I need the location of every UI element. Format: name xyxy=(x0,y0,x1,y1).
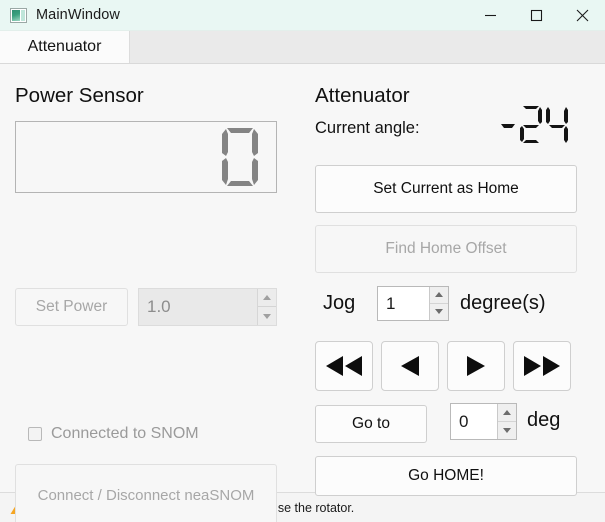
app-window-icon xyxy=(10,7,27,23)
power-spinbox-down-icon[interactable] xyxy=(258,307,276,325)
goto-spinbox-value: 0 xyxy=(459,411,469,431)
jog-spinbox-value: 1 xyxy=(386,293,396,313)
jog-spinbox[interactable]: 1 xyxy=(377,286,449,321)
attenuator-panel: Attenuator Current angle: Set Current as… xyxy=(305,64,605,496)
tab-bar: Attenuator xyxy=(0,31,605,64)
go-home-button[interactable]: Go HOME! xyxy=(315,456,577,496)
lcd-value-minus-24 xyxy=(501,106,568,143)
jog-forward-button[interactable] xyxy=(447,341,505,391)
goto-spinbox-up-icon[interactable] xyxy=(498,404,516,422)
power-spinbox-value: 1.0 xyxy=(147,297,171,316)
power-spinbox-up-icon[interactable] xyxy=(258,289,276,307)
jog-fast-forward-button[interactable] xyxy=(513,341,571,391)
power-spinbox[interactable]: 1.0 xyxy=(138,288,277,326)
jog-label: Jog xyxy=(323,292,356,314)
window-title: MainWindow xyxy=(36,7,120,23)
jog-spinbox-up-icon[interactable] xyxy=(430,287,448,304)
checkbox-box-icon xyxy=(28,427,42,441)
jog-spinbox-arrows xyxy=(429,287,448,320)
minimize-icon[interactable] xyxy=(467,0,513,31)
goto-spinbox[interactable]: 0 xyxy=(450,403,517,440)
set-power-button[interactable]: Set Power xyxy=(15,288,128,326)
goto-unit-label: deg xyxy=(527,409,561,431)
jog-spinbox-down-icon[interactable] xyxy=(430,303,448,320)
goto-spinbox-down-icon[interactable] xyxy=(498,421,516,439)
power-sensor-heading: Power Sensor xyxy=(15,84,144,107)
connected-to-snom-checkbox[interactable]: Connected to SNOM xyxy=(28,425,199,443)
connected-to-snom-label: Connected to SNOM xyxy=(51,425,199,442)
power-sensor-lcd xyxy=(15,121,277,193)
close-icon[interactable] xyxy=(559,0,605,31)
go-to-button[interactable]: Go to xyxy=(315,405,427,443)
tab-attenuator-label: Attenuator xyxy=(27,38,102,55)
current-angle-label: Current angle: xyxy=(315,119,420,137)
main-window: MainWindow Attenuator Power Sensor Set P… xyxy=(0,0,605,522)
tab-bar-filler xyxy=(130,31,605,63)
lcd-digit-zero xyxy=(222,128,258,186)
title-bar: MainWindow xyxy=(0,0,605,31)
content-area: Power Sensor Set Power 1.0 Connected to … xyxy=(0,64,605,522)
current-angle-lcd xyxy=(500,104,568,155)
goto-spinbox-arrows xyxy=(497,404,516,439)
right-arrow-icon xyxy=(467,356,485,376)
window-controls xyxy=(467,0,605,31)
attenuator-heading: Attenuator xyxy=(315,84,410,107)
left-arrow-icon xyxy=(401,356,419,376)
set-current-as-home-button[interactable]: Set Current as Home xyxy=(315,165,577,213)
tab-attenuator[interactable]: Attenuator xyxy=(0,31,130,63)
jog-unit-label: degree(s) xyxy=(460,292,546,314)
jog-fast-back-button[interactable] xyxy=(315,341,373,391)
connect-disconnect-button[interactable]: Connect / Disconnect neaSNOM xyxy=(15,464,277,522)
jog-back-button[interactable] xyxy=(381,341,439,391)
double-left-arrow-icon xyxy=(326,356,362,376)
double-right-arrow-icon xyxy=(524,356,560,376)
find-home-offset-button[interactable]: Find Home Offset xyxy=(315,225,577,273)
power-sensor-panel: Power Sensor Set Power 1.0 Connected to … xyxy=(0,64,300,522)
maximize-icon[interactable] xyxy=(513,0,559,31)
power-spinbox-arrows xyxy=(257,289,276,325)
